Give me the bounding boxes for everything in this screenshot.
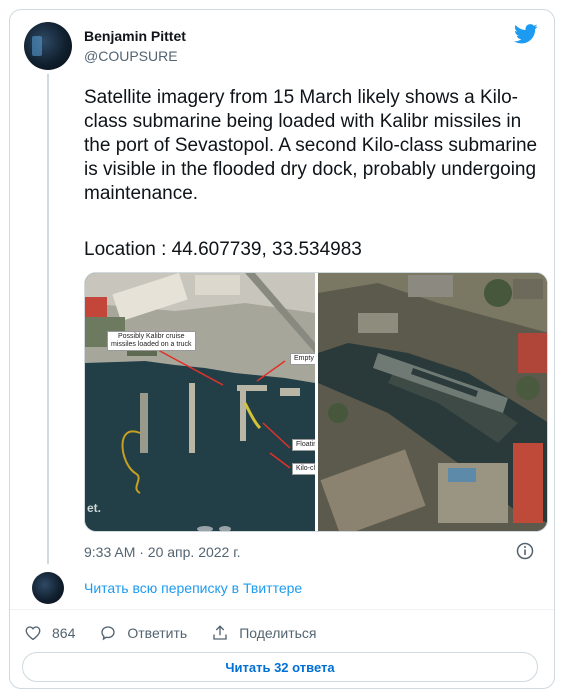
- tweet-media[interactable]: Possibly Kalibr cruise missiles loaded o…: [84, 272, 548, 532]
- satellite-image-port[interactable]: Possibly Kalibr cruise missiles loaded o…: [85, 273, 315, 531]
- reply-icon: [101, 626, 116, 641]
- tweet-timestamp[interactable]: 9:33 AM · 20 апр. 2022 г.: [84, 544, 241, 560]
- actions-divider: [10, 609, 554, 610]
- author-handle[interactable]: @COUPSURE: [84, 48, 178, 64]
- like-count: 864: [52, 625, 76, 641]
- author-name[interactable]: Benjamin Pittet: [84, 28, 186, 44]
- tweet-location: Location : 44.607739, 33.534983: [84, 239, 362, 260]
- tweet-actions: 864 Ответить Поделиться: [24, 622, 341, 644]
- share-button[interactable]: Поделиться: [211, 624, 317, 642]
- drydock-imagery: [318, 273, 547, 531]
- author-avatar[interactable]: [24, 22, 72, 70]
- share-label: Поделиться: [239, 625, 317, 641]
- twitter-bird-icon[interactable]: [514, 24, 538, 44]
- reply-button[interactable]: Ответить: [99, 624, 187, 642]
- thread-avatar[interactable]: [32, 572, 64, 604]
- annotation-floating: Floatin: [292, 439, 315, 451]
- thread-line: [47, 74, 49, 564]
- tweet-text: Satellite imagery from 15 March likely s…: [84, 87, 538, 204]
- annotation-kalibr-missiles: Possibly Kalibr cruise missiles loaded o…: [107, 331, 196, 351]
- annotation-empty: Empty T: [290, 353, 315, 365]
- reply-label: Ответить: [127, 625, 188, 641]
- read-replies-button[interactable]: Читать 32 ответа: [22, 652, 538, 682]
- info-icon[interactable]: [516, 542, 534, 560]
- port-imagery: [85, 273, 315, 531]
- read-thread-link[interactable]: Читать всю переписку в Твиттере: [84, 580, 302, 596]
- share-icon: [213, 625, 227, 640]
- tweet-card: Benjamin Pittet @COUPSURE Satellite imag…: [9, 9, 555, 689]
- satellite-image-drydock[interactable]: [318, 273, 547, 531]
- heart-icon: [25, 626, 41, 641]
- like-button[interactable]: 864: [24, 624, 75, 642]
- image-watermark: et.: [87, 501, 102, 515]
- annotation-kilo-class: Kilo-clas: [292, 463, 315, 475]
